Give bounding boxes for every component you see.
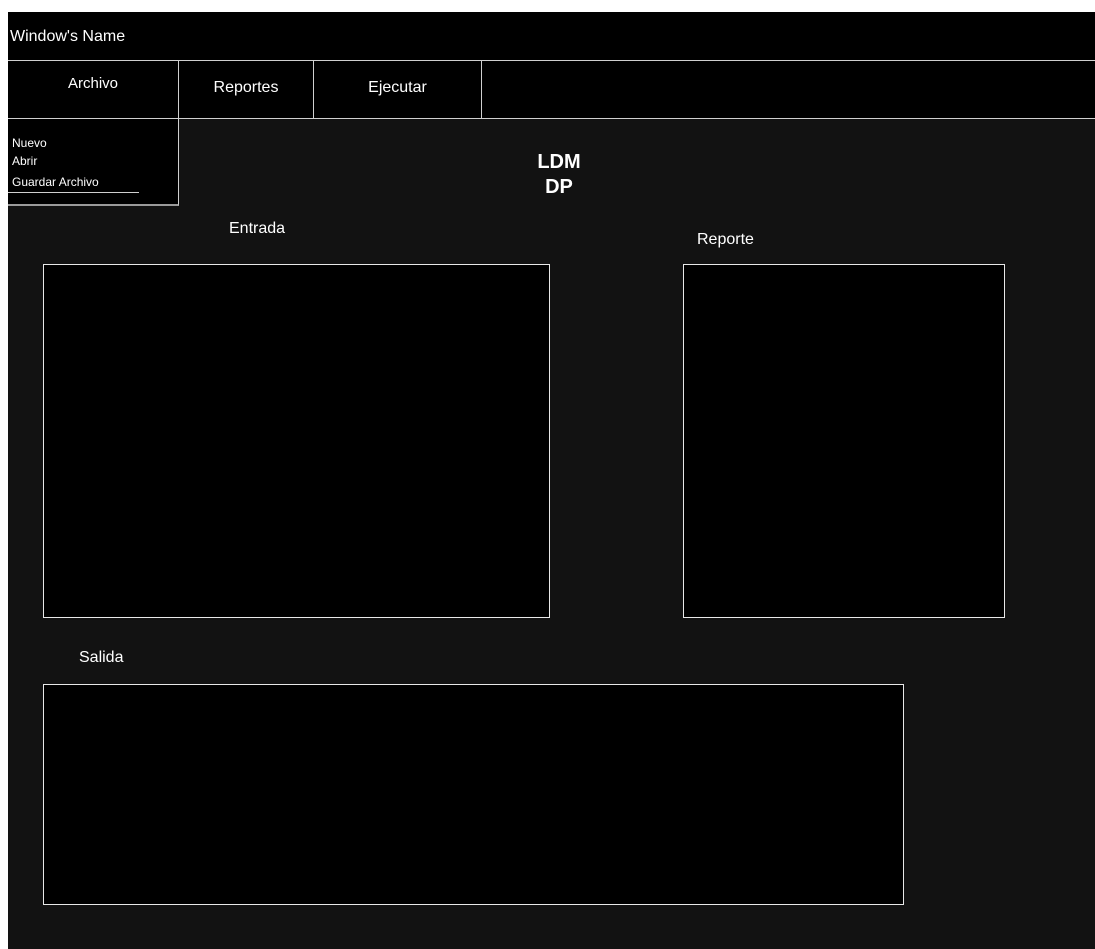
salida-text-area[interactable] <box>43 684 904 905</box>
app-title-line2: DP <box>545 176 573 198</box>
menu-divider <box>8 192 139 193</box>
reporte-panel[interactable] <box>683 264 1005 618</box>
menu-item-guardar-archivo[interactable]: Guardar Archivo <box>12 175 99 189</box>
menu-item-nuevo[interactable]: Nuevo <box>12 136 47 150</box>
menu-tab-ejecutar[interactable]: Ejecutar <box>314 61 482 118</box>
entrada-text-area[interactable] <box>43 264 550 618</box>
salida-label: Salida <box>79 649 124 666</box>
title-bar: Window's Name <box>8 12 1095 61</box>
menu-tab-archivo[interactable]: Archivo <box>8 61 179 118</box>
archivo-dropdown-menu: Nuevo Abrir Guardar Archivo <box>8 119 179 206</box>
menu-item-abrir[interactable]: Abrir <box>12 154 37 168</box>
app-window: Window's Name Archivo Reportes Ejecutar … <box>8 12 1095 949</box>
entrada-label: Entrada <box>229 220 286 237</box>
reporte-label: Reporte <box>697 231 754 248</box>
window-title: Window's Name <box>10 28 126 45</box>
menu-tab-reportes[interactable]: Reportes <box>179 61 314 118</box>
app-title-line1: LDM <box>537 151 581 173</box>
menu-bar: Archivo Reportes Ejecutar <box>8 61 1095 119</box>
